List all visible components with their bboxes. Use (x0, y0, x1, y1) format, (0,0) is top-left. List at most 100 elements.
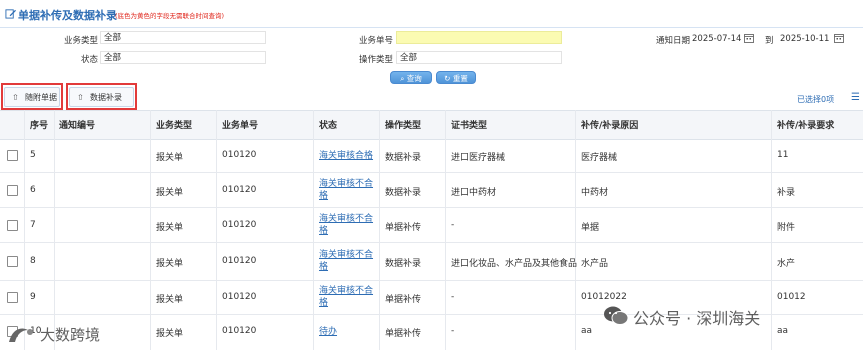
column-header[interactable]: 通知编号 (59, 118, 95, 131)
cert-type-cell: - (451, 292, 455, 302)
operation-type-cell: 单据补传 (385, 329, 422, 339)
page-title: 单据补传及数据补录 (18, 9, 117, 22)
business-no-cell: 010120 (222, 326, 257, 336)
column-menu-icon[interactable]: ☰ (851, 92, 860, 103)
business-no-cell: 010120 (222, 292, 257, 302)
table-row[interactable] (0, 172, 863, 208)
refresh-icon: ↻ (444, 74, 453, 83)
status-link[interactable]: 海关审核不合格 (319, 213, 374, 237)
operation-type-cell: 单据补传 (385, 223, 422, 233)
seq-cell: 8 (30, 256, 36, 266)
calendar-icon[interactable] (744, 33, 754, 43)
upload-icon: ⇧ (12, 93, 19, 102)
watermark-right: 公众号 · 深圳海关 (633, 309, 761, 328)
attach-docs-label: 随附单据 (25, 93, 57, 102)
edit-icon (5, 9, 16, 19)
column-header[interactable]: 操作类型 (385, 118, 421, 131)
column-header[interactable]: 证书类型 (451, 118, 487, 131)
row-checkbox[interactable] (7, 256, 18, 267)
table-row[interactable] (0, 207, 863, 243)
business-no-cell: 010120 (222, 185, 257, 195)
reason-cell: aa (581, 326, 593, 336)
search-button[interactable]: ⌕ 查询 (390, 71, 432, 84)
operation-type-cell: 数据补录 (385, 153, 422, 163)
business-no-cell: 010120 (222, 150, 257, 160)
business-no-input[interactable] (396, 31, 562, 44)
row-checkbox[interactable] (7, 220, 18, 231)
date-to-label: 到 (765, 36, 774, 46)
requirement-cell: 水产 (777, 259, 796, 269)
seq-cell: 6 (30, 185, 36, 195)
watermark-logo-icon (9, 328, 33, 342)
reason-cell: 中药材 (581, 188, 609, 198)
operation-type-label: 操作类型 (358, 55, 393, 65)
status-link[interactable]: 待办 (319, 326, 374, 338)
status-link[interactable]: 海关审核不合格 (319, 285, 374, 309)
status-link[interactable]: 海关审核不合格 (319, 178, 374, 202)
operation-type-cell: 数据补录 (385, 259, 422, 269)
cert-type-cell: 进口中药材 (451, 188, 497, 198)
cert-type-cell: - (451, 326, 455, 336)
wechat-icon (604, 306, 629, 325)
search-icon: ⌕ (400, 74, 407, 83)
operation-type-cell: 单据补传 (385, 295, 422, 305)
business-type-cell: 报关单 (156, 153, 184, 163)
column-header[interactable]: 业务类型 (156, 118, 192, 131)
row-checkbox[interactable] (7, 185, 18, 196)
column-header[interactable]: 状态 (319, 118, 337, 131)
status-link[interactable]: 海关审核合格 (319, 150, 379, 162)
cert-type-cell: - (451, 220, 455, 230)
status-select[interactable]: 全部 (100, 51, 266, 64)
requirement-cell: 11 (777, 150, 789, 160)
calendar-icon[interactable] (834, 33, 844, 43)
reason-cell: 医疗器械 (581, 153, 618, 163)
cert-type-cell: 进口化妆品、水产品及其他食品 (451, 259, 578, 269)
attach-docs-button[interactable]: ⇧ 随附单据 (4, 87, 60, 107)
business-type-cell: 报关单 (156, 188, 184, 198)
search-button-label: 查询 (406, 74, 422, 83)
operation-type-cell: 数据补录 (385, 188, 422, 198)
data-supplement-button[interactable]: ⇧ 数据补录 (69, 87, 134, 107)
seq-cell: 9 (30, 292, 36, 302)
business-no-cell: 010120 (222, 220, 257, 230)
business-type-label: 业务类型 (63, 36, 98, 46)
business-type-cell: 报关单 (156, 329, 184, 339)
row-checkbox[interactable] (7, 292, 18, 303)
date-to-input[interactable]: 2025-10-11 (780, 34, 829, 44)
table-row[interactable] (0, 242, 863, 281)
business-no-label: 业务单号 (358, 36, 393, 46)
reason-cell: 单据 (581, 223, 600, 233)
column-header[interactable]: 序号 (30, 118, 48, 131)
reason-cell: 01012022 (581, 292, 627, 302)
business-type-cell: 报关单 (156, 259, 184, 269)
reset-button-label: 重置 (452, 74, 468, 83)
watermark-left: 大数跨境 (40, 326, 101, 344)
seq-cell: 5 (30, 150, 36, 160)
column-header[interactable]: 业务单号 (222, 118, 258, 131)
requirement-cell: 补录 (777, 188, 796, 198)
title-note: (底色为黄色的字段无需联合时间查询) (115, 12, 225, 20)
date-from-input[interactable]: 2025-07-14 (692, 34, 741, 44)
business-type-select[interactable]: 全部 (100, 31, 266, 44)
table-row[interactable] (0, 138, 863, 173)
cert-type-cell: 进口医疗器械 (451, 153, 506, 163)
status-label: 状态 (80, 55, 98, 65)
row-checkbox[interactable] (7, 150, 18, 161)
business-type-cell: 报关单 (156, 223, 184, 233)
operation-type-select[interactable]: 全部 (396, 51, 562, 64)
column-header[interactable]: 补传/补录要求 (777, 118, 834, 131)
column-header[interactable]: 补传/补录原因 (581, 118, 638, 131)
selected-count: 已选择0项 (797, 95, 835, 104)
requirement-cell: 附件 (777, 223, 796, 233)
upload-icon: ⇧ (77, 93, 84, 102)
requirement-cell: aa (777, 326, 789, 336)
table-header (0, 110, 863, 140)
seq-cell: 7 (30, 220, 36, 230)
requirement-cell: 01012 (777, 292, 806, 302)
data-supplement-label: 数据补录 (90, 93, 122, 102)
business-type-cell: 报关单 (156, 295, 184, 305)
notice-date-label: 通知日期 (655, 36, 690, 46)
reset-button[interactable]: ↻ 重置 (436, 71, 476, 84)
business-no-cell: 010120 (222, 256, 257, 266)
status-link[interactable]: 海关审核不合格 (319, 249, 374, 273)
